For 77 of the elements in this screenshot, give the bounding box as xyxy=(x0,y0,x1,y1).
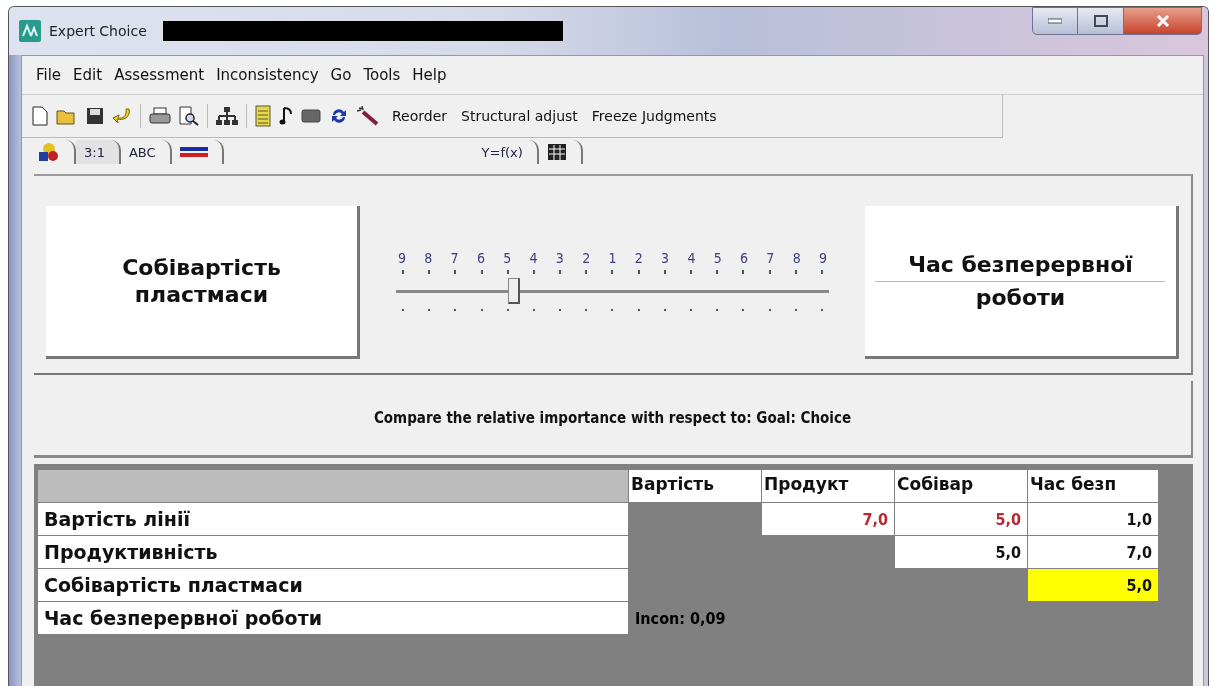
scale-number: 4 xyxy=(687,249,696,266)
matrix-cell[interactable]: 1,0 xyxy=(1028,503,1158,535)
printer-icon[interactable] xyxy=(149,107,171,125)
scale-number: 5 xyxy=(713,249,722,266)
scale-number: 6 xyxy=(476,249,485,266)
scale-number: 2 xyxy=(634,249,643,266)
scale-number: 3 xyxy=(661,249,670,266)
menu-item[interactable]: Help xyxy=(412,66,447,84)
criterion-label: роботи xyxy=(975,283,1066,311)
judgment-value: 5,0 xyxy=(1126,575,1152,595)
scale-number: 8 xyxy=(792,249,801,266)
judgment-value: 7,0 xyxy=(1126,542,1152,562)
table-grid-icon xyxy=(546,143,567,161)
menu-item[interactable]: File xyxy=(36,66,62,84)
row-label: Час безперервної роботи xyxy=(38,602,628,634)
matrix-cell[interactable]: 7,0 xyxy=(762,503,894,535)
curved-arrow-icon[interactable] xyxy=(112,107,132,125)
menu-item[interactable]: Edit xyxy=(73,66,103,84)
app-logo-icon xyxy=(19,20,41,42)
column-header: Собівар xyxy=(895,470,1027,502)
matrix-cell[interactable]: 5,0 xyxy=(1028,569,1158,601)
scale-number: 9 xyxy=(398,249,406,266)
view-tab[interactable]: ABC xyxy=(120,140,172,164)
matrix-cell[interactable]: 5,0 xyxy=(895,503,1027,535)
close-button[interactable] xyxy=(1124,7,1202,35)
scale-number: 9 xyxy=(819,249,827,266)
judgment-slider[interactable] xyxy=(396,277,829,304)
panel-icon[interactable] xyxy=(301,108,321,124)
minimize-button[interactable] xyxy=(1032,7,1078,35)
column-header: Продукт xyxy=(762,470,894,502)
judgment-value: 7,0 xyxy=(862,509,888,529)
criterion-label: Собівартість пластмаси xyxy=(121,253,282,309)
scale-number: 8 xyxy=(424,249,433,266)
menu-item[interactable]: Tools xyxy=(363,66,401,84)
close-icon xyxy=(1155,15,1170,27)
music-note-icon[interactable] xyxy=(279,106,293,126)
column-header: Час безп xyxy=(1028,470,1158,502)
page-magnifier-icon[interactable] xyxy=(179,106,199,126)
shapes-icon xyxy=(38,142,60,162)
matrix-cell[interactable]: 5,0 xyxy=(895,536,1027,568)
row-label: Вартість лінії xyxy=(38,503,628,535)
menu-item[interactable]: Go xyxy=(330,66,352,84)
scale-number: 3 xyxy=(555,249,564,266)
column-header: Вартість xyxy=(629,470,761,502)
menu-item[interactable]: Inconsistency xyxy=(216,66,319,84)
toolbar-command[interactable]: Freeze Judgments xyxy=(588,108,720,124)
toolbar-command[interactable]: Structural adjust xyxy=(458,108,581,124)
horizontal-bars-icon xyxy=(179,145,208,159)
judgment-value: 1,0 xyxy=(1126,509,1152,529)
hierarchy-icon[interactable] xyxy=(216,106,238,126)
instruction-text: Compare the relative importance with respect to: Goal: Choice xyxy=(373,409,852,427)
scale-number: 4 xyxy=(529,249,538,266)
scale-number: 7 xyxy=(766,249,775,266)
view-tab[interactable]: 3:1 xyxy=(76,140,121,164)
judgment-value: 5,0 xyxy=(995,509,1021,529)
new-document-icon[interactable] xyxy=(32,106,48,126)
view-tab[interactable]: Y=f(x) xyxy=(473,140,539,164)
row-label: Продуктивність xyxy=(38,536,628,568)
scale-number: 5 xyxy=(503,249,512,266)
scale-number: 1 xyxy=(608,249,617,266)
matrix-cell[interactable]: 7,0 xyxy=(1028,536,1158,568)
maximize-button[interactable] xyxy=(1078,7,1124,35)
slider-thumb[interactable] xyxy=(508,277,521,304)
maximize-icon xyxy=(1093,15,1108,27)
toolbar-command[interactable]: Reorder xyxy=(389,108,451,124)
window-title: Expert Choice xyxy=(49,23,147,39)
wand-icon[interactable] xyxy=(357,106,381,126)
folder-icon[interactable] xyxy=(56,107,78,125)
row-label: Собівартість пластмаси xyxy=(38,569,628,601)
scale-number: 6 xyxy=(740,249,749,266)
minimize-icon xyxy=(1048,18,1062,24)
menu-item[interactable]: Assessment xyxy=(114,66,205,84)
scale-number: 2 xyxy=(582,249,591,266)
judgment-value: 5,0 xyxy=(995,542,1021,562)
criterion-label: Час безперервної xyxy=(908,251,1133,279)
refresh-icon[interactable] xyxy=(329,106,349,126)
scale-number: 7 xyxy=(450,249,459,266)
